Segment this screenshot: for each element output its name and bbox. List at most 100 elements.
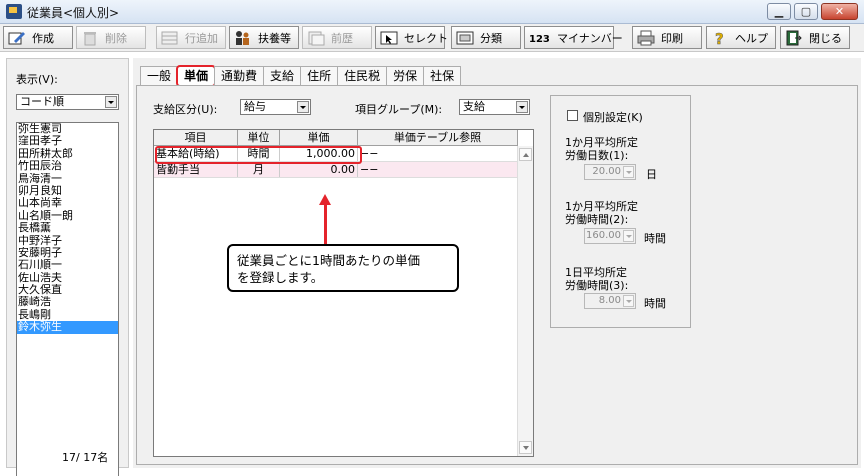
close-button[interactable]: 閉じる xyxy=(780,26,850,49)
my-number-button[interactable]: 123 マイナンバー xyxy=(524,26,623,49)
spinner-icon[interactable] xyxy=(623,166,634,178)
table-cell[interactable]: 基本給(時給) xyxy=(154,146,238,161)
unit-price-table[interactable]: 項目 単位 単価 単価テーブル参照 基本給(時給) 時間 1,000.00 −−… xyxy=(153,129,534,457)
select-button[interactable]: セレクト xyxy=(375,26,448,49)
tab-4[interactable]: 住所 xyxy=(300,66,339,85)
select-icon xyxy=(380,30,398,46)
tab-0[interactable]: 一般 xyxy=(140,66,179,85)
svg-text:123: 123 xyxy=(529,34,550,45)
table-cell[interactable]: 月 xyxy=(238,162,280,177)
tab-6[interactable]: 労保 xyxy=(386,66,425,85)
list-item[interactable]: 鳥海清一 xyxy=(17,173,118,185)
avg-days-label: 労働日数(1): xyxy=(565,149,629,162)
chevron-down-icon[interactable] xyxy=(516,101,528,113)
list-item[interactable]: 石川順一 xyxy=(17,259,118,271)
list-item[interactable]: 藤崎浩 xyxy=(17,296,118,308)
title-bar: 従業員<個人別> ▁ ▢ ✕ xyxy=(0,0,864,24)
list-item[interactable]: 佐山浩夫 xyxy=(17,272,118,284)
table-cell[interactable]: −− xyxy=(358,162,518,177)
unit-price-panel: 支給区分(U): 給与 項目グループ(M): 支給 項目 単位 単価 単価テーブ… xyxy=(136,85,858,465)
table-cell[interactable]: 時間 xyxy=(238,146,280,161)
edit-icon xyxy=(8,30,26,46)
callout-arrow xyxy=(324,204,327,244)
list-item[interactable]: 大久保直 xyxy=(17,284,118,296)
individual-settings-box: 個別設定(K) 1か月平均所定 労働日数(1): 20.00 日 1か月平均所定… xyxy=(550,95,691,328)
column-header: 単価 xyxy=(280,130,358,145)
item-group-label: 項目グループ(M): xyxy=(355,103,443,116)
employee-pane: 表示(V): コード順 弥生憲司 窪田孝子 田所耕太郎 竹田辰治 鳥海清一 卯月良知 山本尚… xyxy=(6,58,129,476)
help-icon: ? xyxy=(711,29,729,48)
column-header: 単位 xyxy=(238,130,280,145)
spinner-icon[interactable] xyxy=(623,295,634,307)
number-icon: 123 xyxy=(529,30,551,46)
list-item[interactable]: 田所耕太郎 xyxy=(17,148,118,160)
list-item[interactable]: 窪田孝子 xyxy=(17,135,118,147)
history-icon xyxy=(307,30,325,46)
tab-3[interactable]: 支給 xyxy=(263,66,302,85)
avg-days-input[interactable]: 20.00 xyxy=(584,164,636,180)
help-button[interactable]: ? ヘルプ xyxy=(706,26,776,49)
list-item[interactable]: 安藤明子 xyxy=(17,247,118,259)
list-item[interactable]: 長橋薫 xyxy=(17,222,118,234)
minimize-button[interactable]: ▁ xyxy=(767,3,791,20)
avg-hours-label: 労働時間(2): xyxy=(565,213,629,226)
pay-type-label: 支給区分(U): xyxy=(153,103,218,116)
list-item[interactable]: 鈴木弥生 xyxy=(17,321,118,334)
list-item[interactable]: 弥生憲司 xyxy=(17,123,118,135)
tab-7[interactable]: 社保 xyxy=(423,66,462,85)
add-row-button[interactable]: 行追加 xyxy=(156,26,226,49)
tab-1[interactable]: 単価 xyxy=(176,65,217,87)
previous-button[interactable]: 前歴 xyxy=(302,26,372,49)
scroll-up-icon[interactable] xyxy=(519,148,532,161)
spinner-icon[interactable] xyxy=(623,230,634,242)
avg-hours-input[interactable]: 160.00 xyxy=(584,228,636,244)
list-item[interactable]: 中野洋子 xyxy=(17,235,118,247)
chevron-down-icon[interactable] xyxy=(297,101,309,113)
pay-type-select[interactable]: 給与 xyxy=(240,99,311,115)
list-item[interactable]: 山名順一朗 xyxy=(17,210,118,222)
table-cell[interactable]: −− xyxy=(358,146,518,161)
dependents-button[interactable]: 扶養等 xyxy=(229,26,299,49)
printer-icon xyxy=(637,30,655,46)
day-hours-input[interactable]: 8.00 xyxy=(584,293,636,309)
sort-order-value: コード順 xyxy=(20,95,64,108)
classify-icon xyxy=(456,30,474,46)
maximize-button[interactable]: ▢ xyxy=(794,3,818,20)
list-item[interactable]: 山本尚幸 xyxy=(17,197,118,209)
delete-button[interactable]: 削除 xyxy=(76,26,146,49)
sort-order-select[interactable]: コード順 xyxy=(16,94,119,110)
item-group-select[interactable]: 支給 xyxy=(459,99,530,115)
annotation-callout: 従業員ごとに1時間あたりの単価 を登録します。 xyxy=(227,244,459,292)
table-scrollbar[interactable] xyxy=(517,146,533,456)
individual-setting-checkbox[interactable] xyxy=(567,110,578,121)
table-row[interactable]: 基本給(時給) 時間 1,000.00 −− xyxy=(154,146,518,162)
list-item[interactable]: 竹田辰治 xyxy=(17,160,118,172)
exit-door-icon xyxy=(785,30,803,46)
list-item[interactable]: 卯月良知 xyxy=(17,185,118,197)
table-cell[interactable]: 皆勤手当 xyxy=(154,162,238,177)
print-button[interactable]: 印刷 xyxy=(632,26,702,49)
close-window-button[interactable]: ✕ xyxy=(821,3,858,20)
table-cell[interactable]: 0.00 xyxy=(280,162,358,177)
scroll-down-icon[interactable] xyxy=(519,441,532,454)
list-item[interactable]: 長嶋剛 xyxy=(17,309,118,321)
tab-2[interactable]: 通勤費 xyxy=(214,66,265,85)
classify-button[interactable]: 分類 xyxy=(451,26,521,49)
chevron-down-icon[interactable] xyxy=(105,96,117,108)
table-row[interactable]: 皆勤手当 月 0.00 −− xyxy=(154,162,518,178)
employee-count: 17/ 17名 xyxy=(62,451,109,464)
table-cell[interactable]: 1,000.00 xyxy=(280,146,358,161)
day-hours-unit: 時間 xyxy=(644,297,666,310)
create-button[interactable]: 作成 xyxy=(3,26,73,49)
tab-5[interactable]: 住民税 xyxy=(337,66,388,85)
main-pane: 一般 単価 通勤費 支給 住所 住民税 労保 社保 支給区分(U): 給与 項目グループ(M)… xyxy=(133,58,861,468)
callout-line: 従業員ごとに1時間あたりの単価 xyxy=(237,253,420,268)
table-icon xyxy=(161,30,179,46)
employee-list[interactable]: 弥生憲司 窪田孝子 田所耕太郎 竹田辰治 鳥海清一 卯月良知 山本尚幸 山名順一朗 長橋薫 中野洋… xyxy=(16,122,119,476)
day-hours-label: 労働時間(3): xyxy=(565,279,629,292)
trash-icon xyxy=(81,30,99,46)
tab-bar: 一般 単価 通勤費 支給 住所 住民税 労保 社保 xyxy=(140,65,462,87)
callout-line: を登録します。 xyxy=(237,270,324,285)
pay-type-value: 給与 xyxy=(244,100,266,113)
individual-setting-label: 個別設定(K) xyxy=(583,111,643,124)
